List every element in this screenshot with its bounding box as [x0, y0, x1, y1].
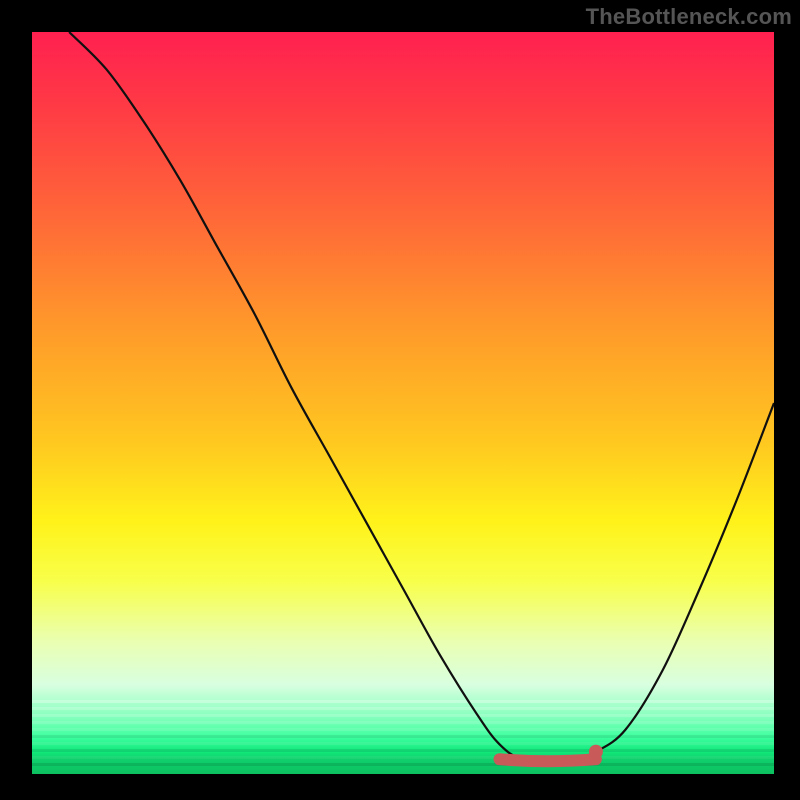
bottleneck-curve [69, 32, 774, 760]
chart-frame: TheBottleneck.com [0, 0, 800, 800]
curve-svg [32, 32, 774, 774]
optimal-range-endpoint-dot [589, 745, 603, 759]
optimal-range-segment [500, 759, 596, 761]
watermark-text: TheBottleneck.com [586, 4, 792, 30]
plot-area [32, 32, 774, 774]
